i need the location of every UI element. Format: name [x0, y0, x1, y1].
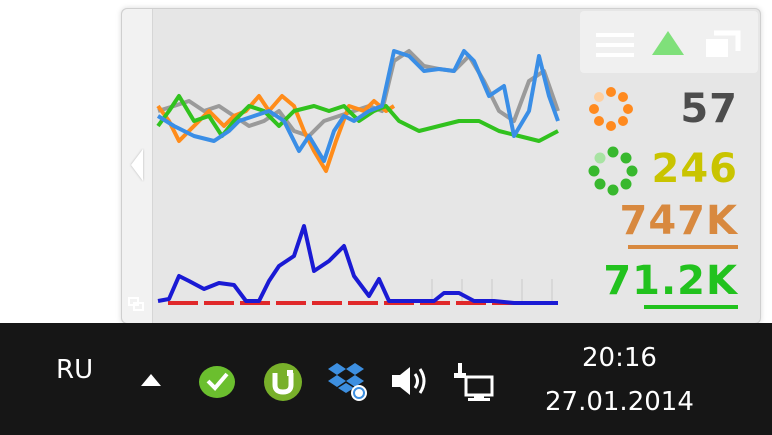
stat-row-4: 71.2K [578, 255, 760, 309]
language-indicator[interactable]: RU [56, 355, 93, 385]
stat-row-1: 57 [578, 83, 760, 133]
stat-row-2: 246 [578, 143, 760, 196]
graph-line-gray [157, 49, 560, 138]
stat-value-1: 57 [680, 86, 738, 132]
orange-activity-icon [589, 87, 633, 131]
clock-time[interactable]: 20:16 [582, 343, 657, 373]
clock-date[interactable]: 27.01.2014 [545, 387, 694, 417]
graph-line-darkblue [157, 224, 558, 305]
volume-icon[interactable] [390, 363, 432, 399]
stat-value-3: 747K [619, 198, 738, 244]
taskbar: RU 20:16 27.01.2014 [0, 323, 772, 435]
widget-toolbar [580, 11, 758, 73]
stat-value-2: 246 [651, 146, 738, 192]
up-triangle-icon[interactable] [650, 29, 686, 57]
system-monitor-widget: 57 246 747K 71.2K [121, 8, 761, 324]
stats-panel: 57 246 747K 71.2K [578, 9, 760, 323]
mini-window-icon[interactable] [128, 297, 144, 311]
stat-row-3: 747K [578, 195, 760, 249]
activity-graph [156, 49, 560, 305]
window-restore-icon[interactable] [704, 29, 742, 59]
collapse-left-arrow-icon[interactable] [131, 149, 143, 181]
collapse-strip[interactable] [122, 9, 153, 323]
hamburger-menu-icon[interactable] [596, 31, 634, 59]
dropbox-icon[interactable] [326, 359, 370, 403]
utorrent-icon[interactable] [262, 361, 304, 403]
green-activity-icon [588, 146, 638, 196]
stat-value-4: 71.2K [603, 258, 738, 304]
green-app-icon[interactable] [196, 361, 238, 401]
stat-4-underline [644, 305, 738, 309]
stat-3-underline [628, 245, 738, 249]
network-icon[interactable] [454, 359, 496, 403]
show-hidden-icons-arrow[interactable] [140, 373, 162, 387]
